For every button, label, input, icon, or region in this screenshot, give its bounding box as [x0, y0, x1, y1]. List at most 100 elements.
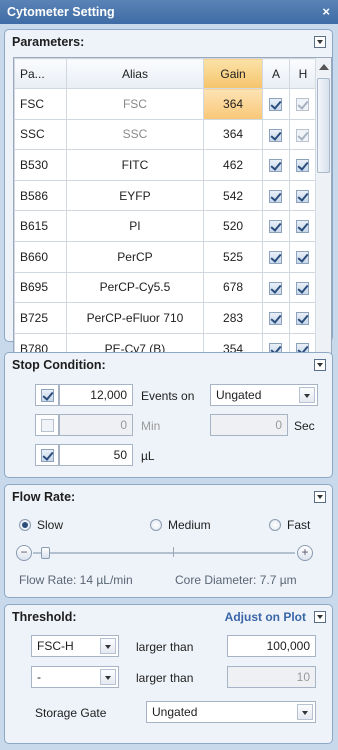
param-gain[interactable]: 283: [203, 302, 263, 334]
table-row[interactable]: B530 FITC 462: [14, 149, 318, 181]
min-input[interactable]: 0: [59, 414, 133, 436]
height-checkbox[interactable]: [296, 128, 310, 142]
area-checkbox[interactable]: [269, 220, 283, 234]
collapse-parameters-button[interactable]: [314, 36, 326, 48]
scroll-thumb[interactable]: [317, 78, 330, 173]
table-row[interactable]: SSC SSC 364: [14, 118, 318, 151]
volume-input[interactable]: 50: [59, 444, 133, 466]
events-checkbox[interactable]: [40, 388, 54, 402]
radio-slow-label[interactable]: Slow: [37, 518, 63, 532]
radio-slow[interactable]: [19, 519, 31, 531]
threshold-param-1-dropdown[interactable]: FSC-H: [31, 635, 119, 657]
table-row[interactable]: B660 PerCP 525: [14, 240, 318, 273]
radio-medium[interactable]: [150, 519, 162, 531]
param-gain[interactable]: 520: [203, 210, 263, 242]
flow-slider-track[interactable]: [33, 552, 295, 554]
decrease-flow-icon[interactable]: −: [16, 545, 32, 561]
height-checkbox[interactable]: [296, 281, 310, 295]
area-cell[interactable]: [261, 271, 290, 304]
height-cell[interactable]: [288, 240, 318, 273]
events-gate-dropdown[interactable]: Ungated: [210, 384, 318, 406]
area-checkbox[interactable]: [269, 312, 283, 326]
min-checkbox[interactable]: [40, 418, 54, 432]
events-count-input[interactable]: 12,000: [59, 384, 133, 406]
threshold-1-value-input[interactable]: 100,000: [227, 635, 316, 657]
height-checkbox[interactable]: [296, 312, 310, 326]
area-cell[interactable]: [261, 149, 290, 181]
area-checkbox[interactable]: [269, 159, 283, 173]
height-cell[interactable]: [288, 302, 318, 334]
height-checkbox[interactable]: [296, 159, 310, 173]
flow-slider-thumb[interactable]: [41, 547, 50, 559]
table-row[interactable]: B615 PI 520: [14, 210, 318, 242]
close-icon[interactable]: ×: [322, 4, 330, 19]
adjust-on-plot-link[interactable]: Adjust on Plot: [225, 610, 306, 624]
table-row[interactable]: FSC FSC 364: [14, 88, 318, 120]
chevron-down-icon[interactable]: [299, 387, 315, 403]
column-header-alias[interactable]: Alias: [65, 58, 205, 89]
sec-input[interactable]: 0: [210, 414, 288, 436]
area-cell[interactable]: [261, 118, 290, 151]
radio-medium-label[interactable]: Medium: [168, 518, 211, 532]
chevron-down-icon[interactable]: [100, 638, 116, 654]
area-cell[interactable]: [261, 302, 290, 334]
param-alias[interactable]: PI: [65, 210, 205, 242]
column-header-gain[interactable]: Gain: [203, 58, 263, 89]
height-checkbox[interactable]: [296, 97, 310, 111]
param-gain[interactable]: 525: [203, 240, 263, 273]
height-cell[interactable]: [288, 118, 318, 151]
scroll-up-icon[interactable]: [319, 64, 329, 70]
param-alias[interactable]: PerCP-eFluor 710: [65, 302, 205, 334]
chevron-down-icon[interactable]: [100, 669, 116, 685]
height-checkbox[interactable]: [296, 189, 310, 203]
param-gain[interactable]: 678: [203, 271, 263, 304]
column-header-a[interactable]: A: [261, 58, 290, 89]
height-checkbox[interactable]: [296, 250, 310, 264]
area-checkbox[interactable]: [269, 189, 283, 203]
height-cell[interactable]: [288, 149, 318, 181]
area-cell[interactable]: [261, 210, 290, 242]
radio-fast-label[interactable]: Fast: [287, 518, 310, 532]
param-alias[interactable]: FITC: [65, 149, 205, 181]
param-alias[interactable]: FSC: [65, 88, 205, 120]
column-header-pa[interactable]: Pa...: [14, 58, 67, 89]
threshold-param-2-dropdown[interactable]: -: [31, 666, 119, 688]
area-cell[interactable]: [261, 179, 290, 212]
area-cell[interactable]: [261, 88, 290, 120]
volume-checkbox[interactable]: [40, 448, 54, 462]
height-cell[interactable]: [288, 271, 318, 304]
table-row[interactable]: B586 EYFP 542: [14, 179, 318, 212]
events-checkbox-frame[interactable]: [35, 384, 59, 406]
column-header-h[interactable]: H: [288, 58, 318, 89]
area-checkbox[interactable]: [269, 128, 283, 142]
chevron-down-icon[interactable]: [297, 704, 313, 720]
min-checkbox-frame[interactable]: [35, 414, 59, 436]
param-alias[interactable]: SSC: [65, 118, 205, 151]
volume-checkbox-frame[interactable]: [35, 444, 59, 466]
collapse-stop-condition-button[interactable]: [314, 359, 326, 371]
increase-flow-icon[interactable]: +: [297, 545, 313, 561]
area-cell[interactable]: [261, 240, 290, 273]
collapse-threshold-button[interactable]: [314, 611, 326, 623]
area-checkbox[interactable]: [269, 97, 283, 111]
height-checkbox[interactable]: [296, 220, 310, 234]
collapse-flow-rate-button[interactable]: [314, 491, 326, 503]
height-cell[interactable]: [288, 210, 318, 242]
param-gain[interactable]: 462: [203, 149, 263, 181]
area-checkbox[interactable]: [269, 281, 283, 295]
param-gain[interactable]: 364: [203, 88, 263, 120]
param-alias[interactable]: EYFP: [65, 179, 205, 212]
param-alias[interactable]: PerCP: [65, 240, 205, 273]
param-alias[interactable]: PerCP-Cy5.5: [65, 271, 205, 304]
param-gain[interactable]: 542: [203, 179, 263, 212]
storage-gate-dropdown[interactable]: Ungated: [146, 701, 316, 723]
table-row[interactable]: B725 PerCP-eFluor 710 283: [14, 302, 318, 334]
param-gain[interactable]: 364: [203, 118, 263, 151]
table-row[interactable]: B695 PerCP-Cy5.5 678: [14, 271, 318, 304]
radio-fast[interactable]: [269, 519, 281, 531]
height-cell[interactable]: [288, 179, 318, 212]
parameters-scrollbar[interactable]: [315, 58, 331, 367]
area-checkbox[interactable]: [269, 250, 283, 264]
threshold-2-value-input[interactable]: 10: [227, 666, 316, 688]
height-cell[interactable]: [288, 88, 318, 120]
